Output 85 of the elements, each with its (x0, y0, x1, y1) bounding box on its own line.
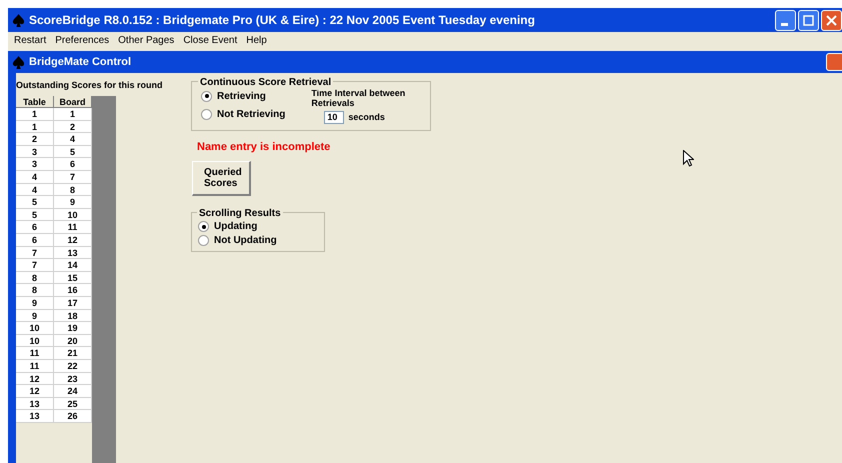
table-cell: 15 (54, 272, 92, 284)
spade-icon (12, 56, 25, 68)
table-cell: 4 (16, 184, 54, 196)
min-button[interactable] (775, 10, 796, 30)
table-cell: 12 (16, 385, 54, 398)
column-header: Table (16, 96, 54, 108)
table-cell: 1 (54, 108, 92, 121)
table-cell: 5 (16, 208, 54, 222)
radio-label: Retrieving (217, 90, 266, 104)
close-button[interactable] (821, 10, 842, 30)
radio-label: Not Retrieving (217, 108, 286, 122)
table-cell: 5 (54, 146, 92, 158)
table-cell: 9 (16, 297, 54, 310)
table-cell: 11 (54, 221, 92, 234)
table-cell: 22 (54, 360, 92, 373)
table-cell: 2 (54, 120, 92, 134)
max-button[interactable] (798, 10, 819, 30)
interval-unit: seconds (348, 111, 385, 124)
table-cell: 7 (54, 171, 92, 184)
cursor-icon (683, 150, 694, 167)
menu-item[interactable]: Other Pages (118, 33, 174, 48)
child-window-title: BridgeMate Control (29, 54, 132, 70)
table-cell: 8 (16, 284, 54, 297)
table-cell: 23 (54, 372, 92, 386)
column-header: Board (54, 96, 92, 108)
table-cell: 9 (16, 310, 54, 322)
table-cell: 8 (54, 184, 92, 196)
interval-field[interactable]: 10 (324, 111, 344, 124)
spade-icon (12, 14, 25, 26)
table-cell: 8 (16, 272, 54, 284)
menu-item[interactable]: Help (246, 33, 267, 48)
radio-label: Updating (214, 220, 258, 234)
table-cell: 6 (16, 234, 54, 247)
table-cell: 1 (16, 108, 54, 121)
menu-item[interactable]: Close Event (183, 33, 238, 48)
table-cell: 13 (16, 410, 54, 423)
table-cell: 6 (54, 158, 92, 172)
table-cell: 9 (54, 196, 92, 209)
table-cell: 18 (54, 310, 92, 322)
warning-message: Name entry is incomplete (197, 140, 332, 155)
table-cell: 19 (54, 322, 92, 335)
menu-item[interactable]: Restart (14, 33, 46, 48)
menu-item[interactable]: Preferences (55, 33, 110, 48)
group-title: Continuous Score Retrieval (198, 75, 334, 90)
table-cell: 7 (16, 246, 54, 260)
table-cell: 10 (16, 322, 54, 335)
table-cell: 26 (54, 410, 92, 423)
table-cell: 24 (54, 385, 92, 398)
min-icon (780, 22, 788, 26)
table-cell: 3 (16, 146, 54, 158)
table-cell: 10 (54, 208, 92, 222)
window-title: ScoreBridge R8.0.152 : Bridgemate Pro (UK & Eire) : 22 Nov 2005 Event Tuesday evening (29, 12, 535, 29)
table-cell: 13 (16, 398, 54, 410)
table-cell: 4 (54, 133, 92, 146)
max-icon (803, 14, 814, 26)
table-cell: 16 (54, 284, 92, 297)
table-cell: 12 (16, 372, 54, 386)
table-cell: 5 (16, 196, 54, 209)
table-cell: 21 (54, 347, 92, 360)
table-cell: 11 (16, 347, 54, 360)
close-icon (826, 14, 837, 26)
radio-button[interactable] (198, 235, 209, 246)
radio-button[interactable] (198, 221, 209, 232)
table-cell: 3 (16, 158, 54, 172)
table-cell: 13 (54, 246, 92, 260)
table-cell: 25 (54, 398, 92, 410)
table-cell: 17 (54, 297, 92, 310)
radio-button[interactable] (201, 90, 212, 102)
table-cell: 1 (16, 120, 54, 134)
radio-label: Not Updating (214, 234, 277, 248)
queried-scores-button[interactable]: Queried Scores (192, 160, 251, 196)
table-cell: 6 (16, 221, 54, 234)
interval-label: Time Interval between Retrievals (311, 88, 406, 108)
table-cell: 10 (16, 334, 54, 348)
table-cell: 2 (16, 133, 54, 146)
close-button[interactable] (826, 53, 842, 71)
table-cell: 4 (16, 171, 54, 184)
table-cell: 20 (54, 334, 92, 348)
radio-button[interactable] (201, 108, 212, 120)
table-cell: 11 (16, 360, 54, 373)
section-heading: Outstanding Scores for this round (16, 79, 163, 92)
table-cell: 7 (16, 259, 54, 272)
group-title: Scrolling Results (197, 206, 283, 220)
table-cell: 12 (54, 234, 92, 247)
table-cell: 14 (54, 259, 92, 272)
